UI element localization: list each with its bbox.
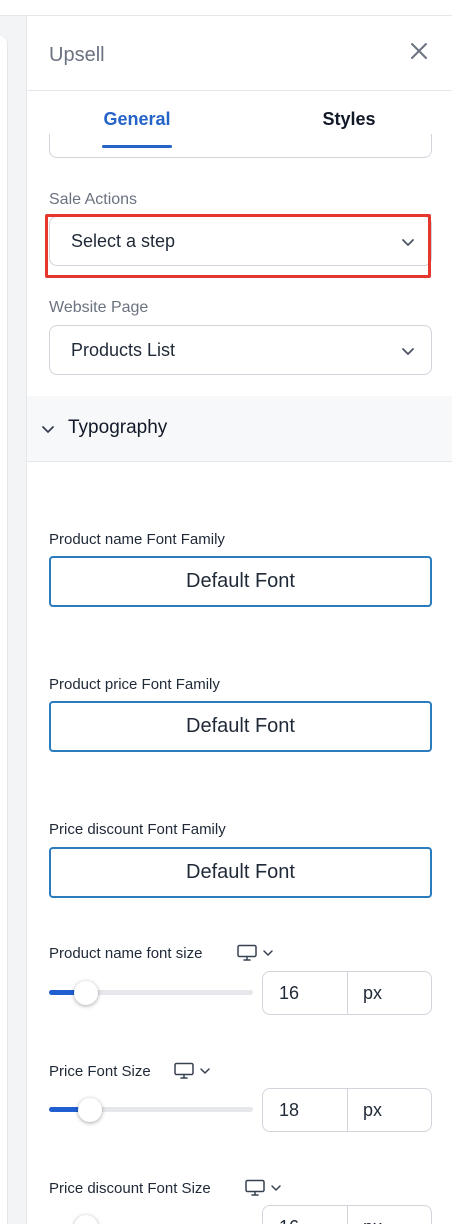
slider-thumb[interactable] (77, 1098, 102, 1122)
price-discount-font-size-label: Price discount Font Size (49, 1180, 211, 1197)
font-size-value[interactable]: 16 (263, 1206, 348, 1224)
slider-thumb[interactable] (73, 981, 98, 1005)
font-size-unit[interactable]: px (349, 972, 431, 1014)
canvas-gutter (0, 16, 27, 1224)
desktop-icon (174, 1062, 210, 1079)
sale-actions-label: Sale Actions (49, 191, 138, 208)
font-size-value[interactable]: 18 (263, 1089, 348, 1131)
typography-header: Typography (68, 417, 168, 438)
product-price-font-family-label: Product price Font Family (49, 676, 220, 693)
device-toggle[interactable] (174, 1062, 212, 1080)
close-button[interactable] (408, 40, 430, 62)
price-discount-font-family-button[interactable]: Default Font (49, 847, 432, 898)
font-size-value[interactable]: 16 (263, 972, 348, 1014)
chevron-down-icon (42, 426, 54, 433)
product-price-font-family-button[interactable]: Default Font (49, 701, 432, 752)
font-size-unit[interactable]: px (349, 1089, 431, 1131)
slider-thumb[interactable] (73, 1215, 98, 1224)
website-page-label: Website Page (49, 299, 149, 316)
product-name-font-family-label: Product name Font Family (49, 531, 225, 548)
font-size-unit[interactable]: px (349, 1206, 431, 1224)
product-name-font-size-slider[interactable] (49, 978, 253, 1008)
price-discount-font-family-label: Price discount Font Family (49, 821, 226, 838)
product-name-font-size-input[interactable]: 16 px (262, 971, 432, 1015)
device-toggle[interactable] (237, 944, 275, 962)
price-font-size-slider[interactable] (49, 1095, 253, 1125)
canvas-edge (0, 36, 8, 1224)
sale-actions-select[interactable]: Select a step (49, 216, 432, 266)
product-name-font-size-label: Product name font size (49, 945, 203, 962)
website-page-select[interactable]: Products List (49, 325, 432, 375)
price-discount-font-size-slider[interactable] (49, 1212, 253, 1224)
typography-section-toggle[interactable]: Typography (27, 396, 452, 462)
price-font-size-label: Price Font Size (49, 1063, 151, 1080)
scrolled-field[interactable] (49, 134, 432, 158)
chevron-down-icon (402, 239, 414, 246)
device-toggle[interactable] (245, 1179, 283, 1197)
settings-panel: Upsell General Styles Sale Actions Selec… (27, 16, 452, 1224)
price-discount-font-size-input[interactable]: 16 px (262, 1205, 432, 1224)
website-page-value: Products List (71, 340, 176, 360)
desktop-icon (237, 944, 273, 961)
product-name-font-family-button[interactable]: Default Font (49, 556, 432, 607)
price-font-size-input[interactable]: 18 px (262, 1088, 432, 1132)
sale-actions-value: Select a step (71, 231, 176, 251)
panel-title: Upsell (49, 44, 105, 66)
close-icon (411, 43, 427, 59)
desktop-icon (245, 1179, 281, 1196)
top-strip (0, 0, 452, 16)
chevron-down-icon (402, 348, 414, 355)
panel-header: Upsell (27, 16, 452, 91)
